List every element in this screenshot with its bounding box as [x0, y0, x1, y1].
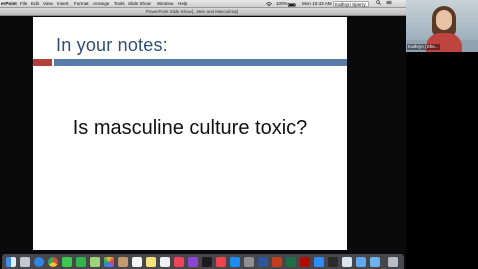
chrome-icon[interactable] [48, 257, 58, 267]
trash-icon[interactable] [388, 257, 398, 267]
menu-format[interactable]: Format [74, 0, 89, 8]
terminal-icon[interactable] [328, 257, 338, 267]
menu-window[interactable]: Window [157, 0, 173, 8]
menu-arrange[interactable]: Arrange [93, 0, 109, 8]
participant-video[interactable]: Kathryn (She... [406, 0, 478, 52]
slide-body-text: Is masculine culture toxic? [72, 117, 308, 139]
menu-edit[interactable]: Edit [31, 0, 39, 8]
participant-name-label: Kathryn (She... [407, 44, 440, 50]
launchpad-icon[interactable] [20, 257, 30, 267]
menu-file[interactable]: File [20, 0, 27, 8]
slide-show-tab[interactable]: PowerPoint Slide Show [146, 8, 192, 16]
downloads-icon[interactable] [370, 257, 380, 267]
menu-help[interactable]: Help [178, 0, 187, 8]
contacts-icon[interactable] [118, 257, 128, 267]
word-icon[interactable] [258, 257, 268, 267]
presentation-slide: In your notes: Is masculine culture toxi… [33, 17, 347, 250]
menu-app-name[interactable]: erPoint [1, 0, 17, 8]
menu-view[interactable]: View [43, 0, 53, 8]
finder-icon[interactable] [6, 257, 16, 267]
battery-percent: 100% [276, 1, 288, 6]
excel-icon[interactable] [286, 257, 296, 267]
music-icon[interactable] [174, 257, 184, 267]
spotlight-icon[interactable] [376, 0, 381, 8]
calendar-icon[interactable] [132, 257, 142, 267]
notes-icon[interactable] [146, 257, 156, 267]
menubar-user[interactable]: Kathryn Sperry [333, 1, 369, 7]
news-icon[interactable] [216, 257, 226, 267]
preview-icon[interactable] [342, 257, 352, 267]
mac-dock [2, 254, 404, 269]
title-rule-red [33, 59, 52, 66]
menu-insert[interactable]: Insert [57, 0, 69, 8]
folder-icon[interactable] [356, 257, 366, 267]
podcasts-icon[interactable] [188, 257, 198, 267]
system-preferences-icon[interactable] [244, 257, 254, 267]
title-rule-blue [54, 59, 347, 66]
acrobat-icon[interactable] [300, 257, 310, 267]
app-store-icon[interactable] [230, 257, 240, 267]
control-center-icon[interactable] [386, 0, 392, 8]
zoom-icon[interactable] [314, 257, 324, 267]
menu-tools[interactable]: Tools [114, 0, 125, 8]
slide-title: In your notes: [56, 35, 168, 55]
document-tab[interactable]: [...Men and Masculinity] [192, 8, 238, 16]
reminders-icon[interactable] [160, 257, 170, 267]
menu-slide-show[interactable]: Slide Show [128, 0, 151, 8]
tv-icon[interactable] [202, 257, 212, 267]
messages-icon[interactable] [62, 257, 72, 267]
menubar-clock[interactable]: Mon 10:43 AM [302, 0, 332, 8]
participant-panel: Kathryn (She... [406, 0, 478, 269]
powerpoint-icon[interactable] [272, 257, 282, 267]
participant-face [436, 10, 452, 30]
powerpoint-window-titlebar: PowerPoint Slide Show [...Men and Mascul… [0, 8, 406, 16]
maps-icon[interactable] [90, 257, 100, 267]
photos-icon[interactable] [104, 257, 114, 267]
facetime-icon[interactable] [76, 257, 86, 267]
mac-menu-bar: erPoint File Edit View Insert Format Arr… [0, 0, 406, 8]
shared-screen: erPoint File Edit View Insert Format Arr… [0, 0, 406, 269]
safari-icon[interactable] [34, 257, 44, 267]
